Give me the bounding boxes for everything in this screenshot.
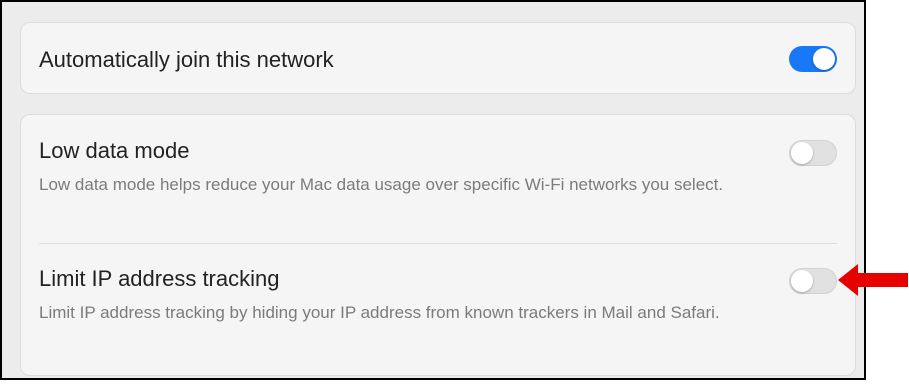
low-data-mode-toggle[interactable] (789, 140, 837, 166)
low-data-mode-label: Low data mode (39, 138, 190, 163)
auto-join-toggle[interactable] (789, 46, 837, 72)
red-arrow-icon (838, 264, 908, 296)
toggle-knob (791, 142, 813, 164)
divider (39, 243, 837, 244)
toggle-knob (791, 270, 813, 292)
low-data-mode-description: Low data mode helps reduce your Mac data… (39, 175, 724, 194)
toggle-knob (813, 48, 835, 70)
auto-join-card: Automatically join this network (20, 22, 856, 94)
limit-ip-tracking-toggle[interactable] (789, 268, 837, 294)
limit-ip-tracking-description: Limit IP address tracking by hiding your… (39, 303, 720, 322)
network-options-card: Low data mode Low data mode helps reduce… (20, 114, 856, 376)
settings-panel: Automatically join this network Low data… (0, 0, 866, 380)
auto-join-label: Automatically join this network (39, 47, 334, 72)
limit-ip-tracking-label: Limit IP address tracking (39, 266, 280, 291)
